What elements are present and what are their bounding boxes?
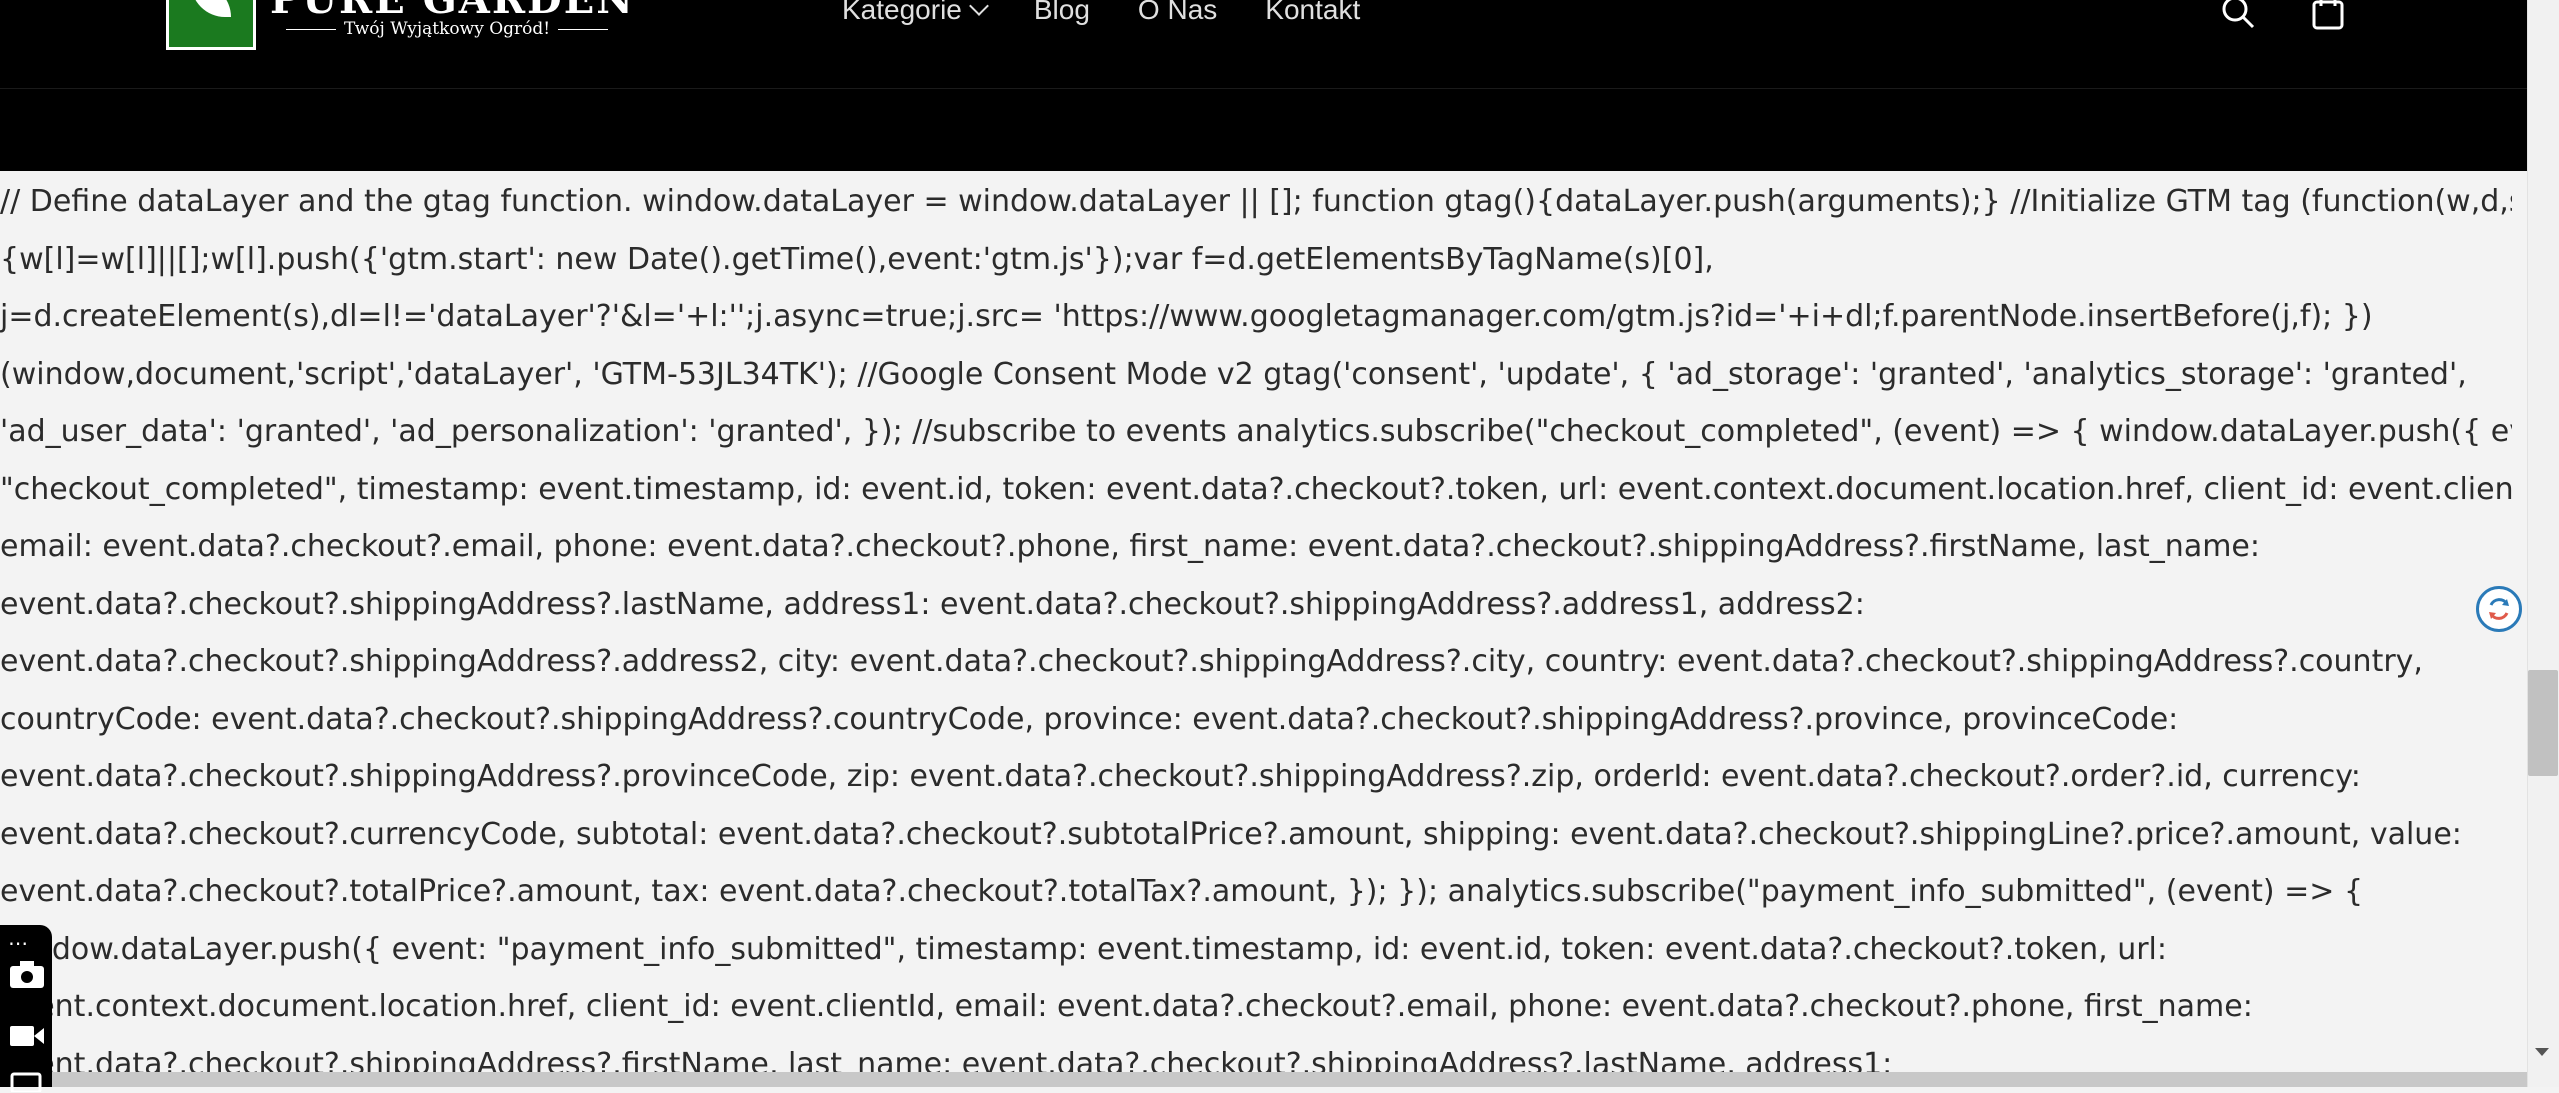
nav-label: Kontakt <box>1265 0 1360 26</box>
nav-item-o-nas[interactable]: O Nas <box>1138 0 1217 26</box>
nav-item-kontakt[interactable]: Kontakt <box>1265 0 1360 26</box>
chevron-down-icon <box>969 0 989 16</box>
nav-label: Kategorie <box>842 0 962 26</box>
announcement-bar <box>0 88 2527 171</box>
recording-toolbar: ⋯ <box>0 925 52 1087</box>
leaf-icon <box>191 0 231 17</box>
window-icon[interactable] <box>8 1072 46 1092</box>
scrollbar-thumb[interactable] <box>2528 670 2558 776</box>
cart-icon[interactable] <box>2308 0 2348 32</box>
main-nav: Kategorie Blog O Nas Kontakt <box>842 0 1360 26</box>
code-line: event.context.document.location.href, cl… <box>0 978 2512 1036</box>
code-text-block: // Define dataLayer and the gtag functio… <box>0 173 2512 1093</box>
code-line: // Define dataLayer and the gtag functio… <box>0 173 2512 231</box>
camera-icon[interactable] <box>8 958 46 990</box>
code-line: event.data?.checkout?.totalPrice?.amount… <box>0 863 2512 921</box>
logo-mark[interactable] <box>166 0 256 50</box>
scroll-down-arrow-icon[interactable] <box>2535 1048 2549 1056</box>
code-line: event.data?.checkout?.shippingAddress?.l… <box>0 576 2512 634</box>
video-icon[interactable] <box>8 1020 46 1052</box>
nav-label: Blog <box>1034 0 1090 26</box>
vertical-scrollbar[interactable] <box>2527 0 2559 1087</box>
search-icon[interactable] <box>2218 0 2258 32</box>
code-line: j=d.createElement(s),dl=l!='dataLayer'?'… <box>0 288 2512 346</box>
extension-refresh-button[interactable] <box>2476 586 2522 632</box>
code-line: event.data?.checkout?.shippingAddress?.a… <box>0 633 2512 691</box>
code-line: (window,document,'script','dataLayer', '… <box>0 346 2512 404</box>
code-line: window.dataLayer.push({ event: "payment_… <box>0 921 2512 979</box>
site-header: PURE GARDEN Twój Wyjątkowy Ogród! Katego… <box>0 0 2527 88</box>
refresh-icon <box>2485 595 2513 623</box>
nav-label: O Nas <box>1138 0 1217 26</box>
code-line: "checkout_completed", timestamp: event.t… <box>0 461 2512 519</box>
horizontal-scrollbar[interactable] <box>0 1072 2527 1087</box>
code-line: 'ad_user_data': 'granted', 'ad_personali… <box>0 403 2512 461</box>
nav-item-blog[interactable]: Blog <box>1034 0 1090 26</box>
code-line: email: event.data?.checkout?.email, phon… <box>0 518 2512 576</box>
code-line: event.data?.checkout?.shippingAddress?.p… <box>0 748 2512 806</box>
more-options-icon[interactable]: ⋯ <box>8 933 28 953</box>
code-line: countryCode: event.data?.checkout?.shipp… <box>0 691 2512 749</box>
code-line: {w[l]=w[l]||[];w[l].push({'gtm.start': n… <box>0 231 2512 289</box>
logo-tagline: Twój Wyjątkowy Ogród! <box>278 19 616 39</box>
nav-item-kategorie[interactable]: Kategorie <box>842 0 986 26</box>
code-line: event.data?.checkout?.currencyCode, subt… <box>0 806 2512 864</box>
